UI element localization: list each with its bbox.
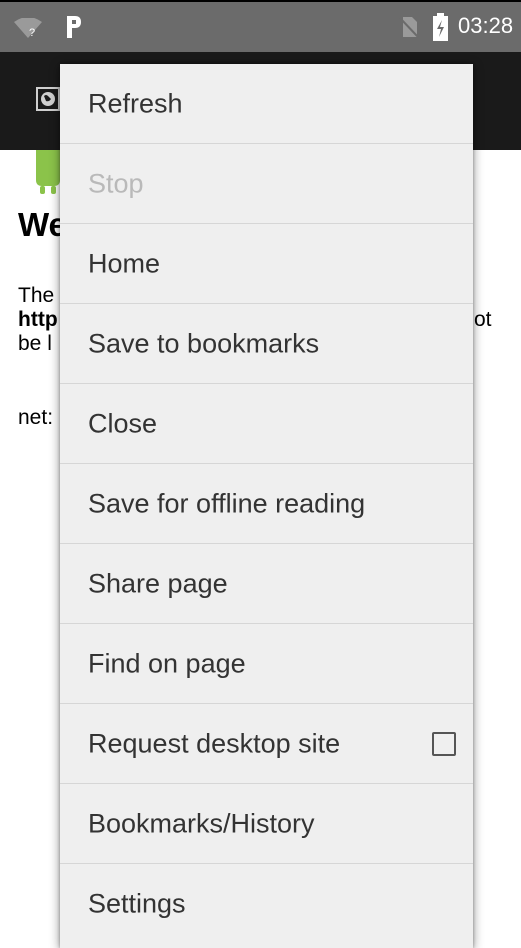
no-sim-icon: [399, 17, 419, 38]
menu-item-home[interactable]: Home: [60, 224, 473, 304]
svg-text:?: ?: [29, 27, 35, 38]
clock: 03:28: [458, 13, 514, 38]
menu-item-settings[interactable]: Settings: [60, 864, 473, 944]
menu-item-refresh[interactable]: Refresh: [60, 64, 473, 144]
menu-item-label: Close: [88, 408, 158, 438]
error-line-2-trail: ot: [474, 308, 492, 331]
menu-item-save-to-bookmarks[interactable]: Save to bookmarks: [60, 304, 473, 384]
menu-item-label: Share page: [88, 568, 228, 598]
globe-icon[interactable]: [36, 87, 60, 111]
menu-item-find-on-page[interactable]: Find on page: [60, 624, 473, 704]
menu-item-share-page[interactable]: Share page: [60, 544, 473, 624]
menu-item-label: Save to bookmarks: [88, 328, 320, 358]
menu-item-label: Save for offline reading: [88, 488, 366, 518]
menu-item-label: Settings: [88, 888, 186, 919]
menu-item-request-desktop-site[interactable]: Request desktop site: [60, 704, 473, 784]
wifi-unknown-icon: ?: [14, 18, 42, 38]
menu-item-save-offline[interactable]: Save for offline reading: [60, 464, 473, 544]
menu-item-close[interactable]: Close: [60, 384, 473, 464]
overflow-menu: Refresh Stop Home Save to bookmarks Clos…: [60, 64, 473, 948]
desktop-site-checkbox[interactable]: [432, 731, 456, 756]
battery-charging-icon: [433, 13, 448, 41]
error-url: http: [18, 308, 58, 331]
app-p-icon: [67, 16, 81, 38]
menu-item-stop: Stop: [60, 144, 473, 224]
menu-item-label: Stop: [88, 168, 144, 198]
menu-item-label: Home: [88, 248, 161, 278]
status-bar: ? 03:28: [0, 0, 521, 52]
menu-item-label: Request desktop site: [88, 728, 341, 758]
menu-item-label: Bookmarks/History: [88, 808, 315, 838]
error-code: net:: [18, 406, 54, 429]
menu-item-label: Find on page: [88, 648, 246, 678]
menu-item-label: Refresh: [88, 88, 183, 118]
menu-item-bookmarks-history[interactable]: Bookmarks/History: [60, 784, 473, 864]
